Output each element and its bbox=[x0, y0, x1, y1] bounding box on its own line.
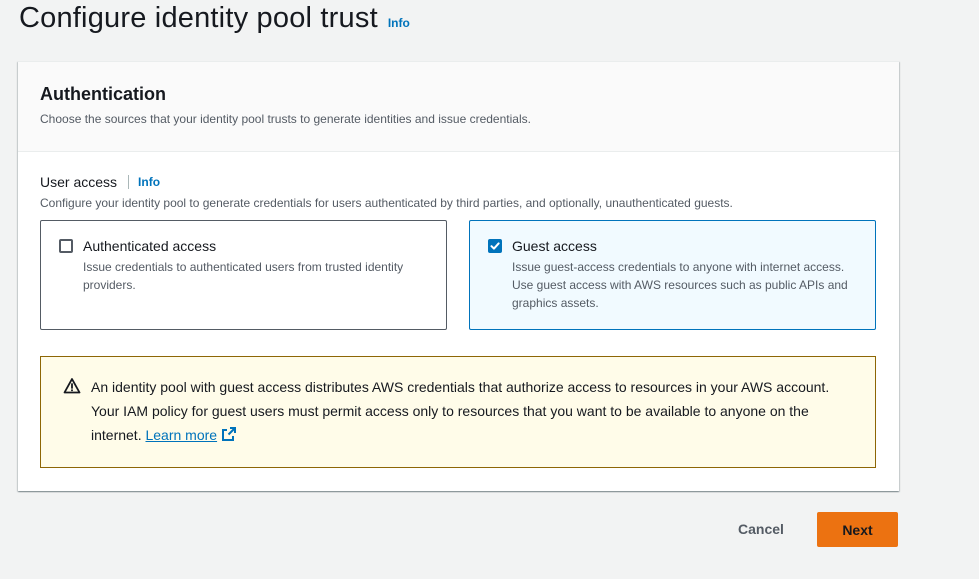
page-header: Configure identity pool trust Info bbox=[19, 2, 410, 35]
cancel-button[interactable]: Cancel bbox=[720, 512, 802, 546]
form-actions: Cancel Next bbox=[0, 512, 979, 548]
page-info-link[interactable]: Info bbox=[388, 16, 410, 30]
guest-access-title: Guest access bbox=[512, 238, 597, 254]
user-access-info-link[interactable]: Info bbox=[138, 175, 160, 189]
section-heading: Authentication bbox=[40, 84, 166, 104]
guest-access-warning-alert: An identity pool with guest access distr… bbox=[40, 356, 876, 468]
page-title: Configure identity pool trust bbox=[19, 2, 378, 34]
section-description: Choose the sources that your identity po… bbox=[40, 112, 531, 126]
authenticated-access-description: Issue credentials to authenticated users… bbox=[83, 260, 404, 292]
guest-access-tile[interactable]: Guest access Issue guest-access credenti… bbox=[469, 220, 876, 330]
user-access-label-row: User access Info bbox=[40, 174, 160, 190]
guest-access-description: Issue guest-access credentials to anyone… bbox=[512, 260, 848, 310]
next-button[interactable]: Next bbox=[817, 512, 898, 547]
authenticated-access-title: Authenticated access bbox=[83, 238, 217, 254]
learn-more-link[interactable]: Learn more bbox=[145, 427, 237, 443]
container-header: Authentication Choose the sources that y… bbox=[18, 62, 899, 152]
checkmark-icon bbox=[490, 242, 500, 250]
external-link-icon bbox=[222, 427, 237, 441]
guest-access-checkbox[interactable] bbox=[488, 239, 502, 253]
authenticated-access-checkbox[interactable] bbox=[59, 239, 73, 253]
authentication-container: Authentication Choose the sources that y… bbox=[18, 61, 899, 491]
label-divider bbox=[128, 175, 130, 189]
authenticated-access-tile[interactable]: Authenticated access Issue credentials t… bbox=[40, 220, 447, 330]
alert-text: An identity pool with guest access distr… bbox=[91, 375, 855, 467]
warning-triangle-icon bbox=[63, 378, 81, 394]
user-access-description: Configure your identity pool to generate… bbox=[40, 196, 733, 210]
user-access-label: User access bbox=[40, 174, 118, 190]
